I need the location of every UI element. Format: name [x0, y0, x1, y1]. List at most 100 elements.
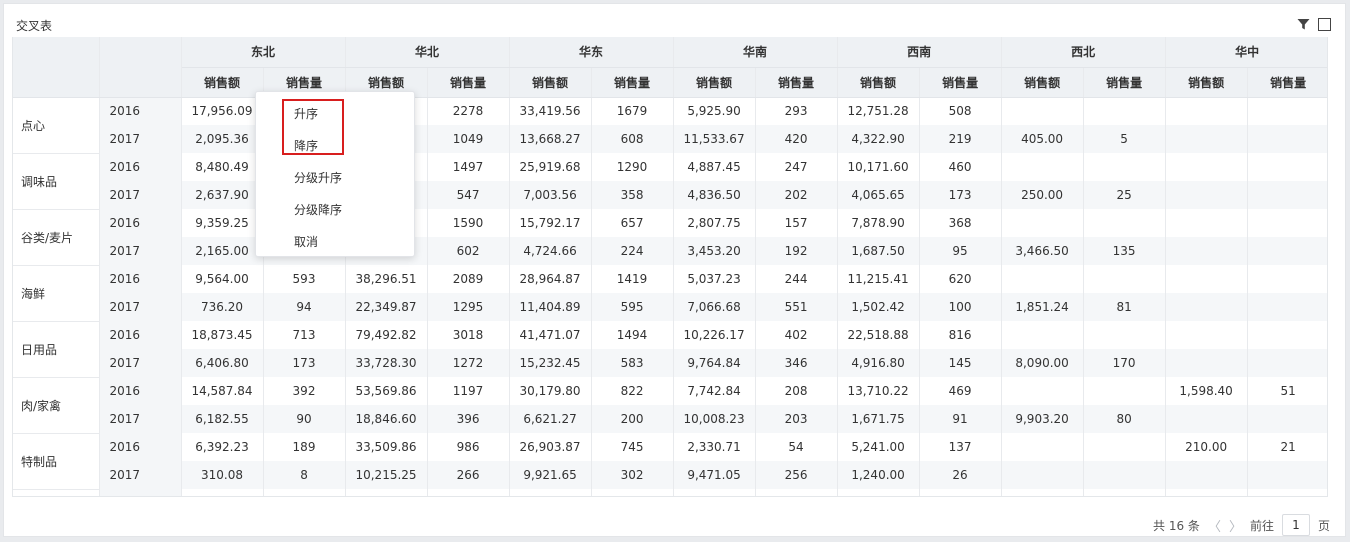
metric-header[interactable]: 销售量	[1247, 67, 1327, 98]
value-cell: 224	[591, 237, 674, 265]
category-cell: 点心	[13, 97, 100, 154]
value-cell	[673, 489, 756, 496]
category-cell: 海鲜	[13, 265, 100, 322]
metric-header[interactable]: 销售额	[181, 67, 264, 98]
year-cell: 2017	[99, 125, 182, 153]
value-cell: 25,919.68	[509, 153, 592, 181]
region-header[interactable]: 华北	[345, 37, 510, 68]
value-cell: 508	[919, 97, 1002, 125]
value-cell	[181, 489, 264, 496]
value-cell: 595	[591, 293, 674, 321]
value-cell: 202	[755, 181, 838, 209]
value-cell: 396	[427, 405, 510, 433]
metric-header[interactable]: 销售额	[1001, 67, 1084, 98]
value-cell: 203	[755, 405, 838, 433]
value-cell	[1165, 125, 1248, 153]
menu-item-ascending[interactable]: 升序	[294, 105, 318, 122]
table-row: 2017 2,165.00 602 4,724.66 224 3,453.20 192 1,6…	[13, 237, 1327, 265]
value-cell: 33,509.86	[345, 433, 428, 461]
menu-item-level-ascending[interactable]: 分级升序	[294, 169, 342, 186]
value-cell: 402	[755, 321, 838, 349]
value-cell: 1272	[427, 349, 510, 377]
page-input[interactable]	[1281, 514, 1310, 536]
next-page-icon[interactable]: 〉	[1229, 516, 1242, 535]
year-cell: 2016	[99, 265, 182, 293]
year-cell: 2016	[99, 153, 182, 181]
value-cell: 3,466.50	[1001, 237, 1084, 265]
value-cell	[1165, 349, 1248, 377]
metric-header[interactable]: 销售量	[919, 67, 1002, 98]
menu-item-level-descending[interactable]: 分级降序	[294, 201, 342, 218]
value-cell	[1247, 405, 1327, 433]
region-header[interactable]: 东北	[181, 37, 346, 68]
metric-header[interactable]: 销售额	[837, 67, 920, 98]
value-cell: 1049	[427, 125, 510, 153]
value-cell: 170	[1083, 349, 1166, 377]
region-header[interactable]: 华东	[509, 37, 674, 68]
value-cell: 1497	[427, 153, 510, 181]
value-cell: 9,921.65	[509, 461, 592, 489]
value-cell	[345, 489, 428, 496]
value-cell: 1,240.00	[837, 461, 920, 489]
value-cell	[1165, 209, 1248, 237]
value-cell: 405.00	[1001, 125, 1084, 153]
metric-header[interactable]: 销售量	[591, 67, 674, 98]
value-cell: 9,903.20	[1001, 405, 1084, 433]
year-cell: 2017	[99, 293, 182, 321]
metric-header[interactable]: 销售量	[427, 67, 510, 98]
value-cell	[1247, 153, 1327, 181]
value-cell: 41,471.07	[509, 321, 592, 349]
region-header[interactable]: 华南	[673, 37, 838, 68]
value-cell: 200	[591, 405, 674, 433]
table-row: 2017 2,095.36 1049 13,668.27 608 11,533.67 420…	[13, 125, 1327, 153]
metric-header[interactable]: 销售量	[755, 67, 838, 98]
value-cell: 8,090.00	[1001, 349, 1084, 377]
value-cell: 33,728.30	[345, 349, 428, 377]
region-header[interactable]: 西北	[1001, 37, 1166, 68]
value-cell	[1083, 461, 1166, 489]
value-cell: 14,587.84	[181, 377, 264, 405]
value-cell: 10,171.60	[837, 153, 920, 181]
value-cell: 18,873.45	[181, 321, 264, 349]
value-cell	[1083, 433, 1166, 461]
value-cell	[509, 489, 592, 496]
table-row: 调味品 2016 8,480.49 1497 25,919.68 1290 4,887.45…	[13, 153, 1327, 210]
maximize-icon[interactable]	[1318, 17, 1331, 31]
value-cell	[591, 489, 674, 496]
metric-header[interactable]: 销售额	[509, 67, 592, 98]
menu-item-descending[interactable]: 降序	[294, 137, 318, 154]
value-cell: 173	[919, 181, 1002, 209]
value-cell	[1247, 293, 1327, 321]
value-cell: 4,724.66	[509, 237, 592, 265]
value-cell: 620	[919, 265, 1002, 293]
metric-header[interactable]: 销售额	[673, 67, 756, 98]
value-cell: 11,404.89	[509, 293, 592, 321]
value-cell: 4,836.50	[673, 181, 756, 209]
value-cell	[263, 489, 346, 496]
metric-header[interactable]: 销售额	[1165, 67, 1248, 98]
value-cell	[1083, 489, 1166, 496]
menu-item-cancel[interactable]: 取消	[294, 233, 318, 250]
value-cell: 157	[755, 209, 838, 237]
value-cell: 6,621.27	[509, 405, 592, 433]
value-cell: 9,564.00	[181, 265, 264, 293]
value-cell: 822	[591, 377, 674, 405]
value-cell: 8	[263, 461, 346, 489]
year-cell: 2016	[99, 209, 182, 237]
value-cell: 7,066.68	[673, 293, 756, 321]
value-cell: 18,846.60	[345, 405, 428, 433]
metric-header[interactable]: 销售量	[1083, 67, 1166, 98]
value-cell: 2,330.71	[673, 433, 756, 461]
value-cell	[1001, 321, 1084, 349]
value-cell	[1001, 433, 1084, 461]
value-cell	[1247, 181, 1327, 209]
region-header[interactable]: 华中	[1165, 37, 1327, 68]
value-cell: 2278	[427, 97, 510, 125]
region-header[interactable]: 西南	[837, 37, 1002, 68]
table-row: 日用品 2016 18,873.45 713 79,492.82 3018 41,471.0…	[13, 321, 1327, 378]
filter-icon[interactable]	[1296, 17, 1310, 31]
value-cell: 5,241.00	[837, 433, 920, 461]
value-cell	[1165, 461, 1248, 489]
value-cell: 4,322.90	[837, 125, 920, 153]
prev-page-icon[interactable]: 〈	[1208, 516, 1221, 535]
